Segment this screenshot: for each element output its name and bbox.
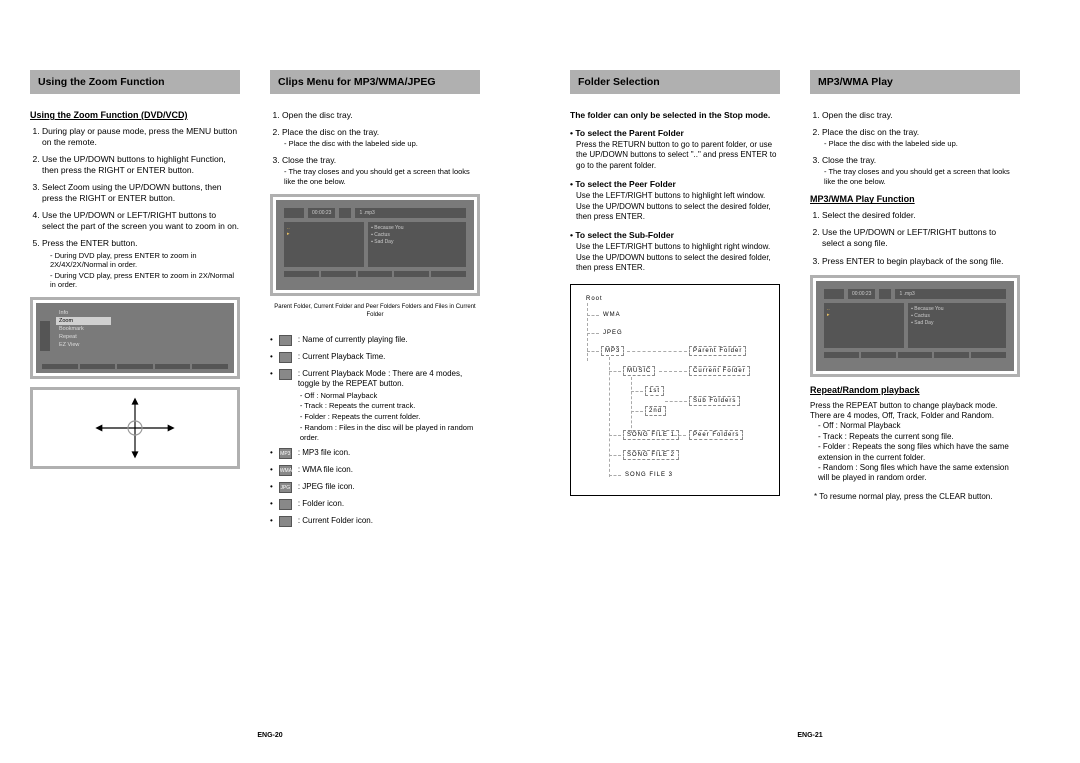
- sub-playfn: MP3/WMA Play Function: [810, 194, 1020, 204]
- clips-steps: Open the disc tray. Place the disc on th…: [274, 110, 480, 186]
- legend-row: •: Name of currently playing file.: [270, 335, 480, 346]
- folder-column: Folder Selection The folder can only be …: [570, 70, 780, 700]
- step: Close the tray. - The tray closes and yo…: [822, 155, 1020, 187]
- step: During play or pause mode, press the MEN…: [42, 126, 240, 148]
- manual-spread: Using the Zoom Function Using the Zoom F…: [0, 0, 1080, 763]
- mode-icon: [279, 369, 292, 380]
- page-number: ENG-20: [257, 732, 282, 739]
- current-folder-icon: [279, 516, 292, 527]
- header-clips: Clips Menu for MP3/WMA/JPEG: [270, 70, 480, 94]
- header-zoom: Using the Zoom Function: [30, 70, 240, 94]
- folder-intro: The folder can only be selected in the S…: [570, 110, 780, 120]
- header-folder: Folder Selection: [570, 70, 780, 94]
- jpeg-icon: JPG: [279, 482, 292, 493]
- step: Press ENTER to begin playback of the son…: [822, 256, 1020, 267]
- clips-column: Clips Menu for MP3/WMA/JPEG Open the dis…: [270, 70, 480, 700]
- folder-tree: Root WMA JPEG MP3 Parent Folder MUSIC: [570, 284, 780, 496]
- step: Place the disc on the tray. - Place the …: [822, 127, 1020, 149]
- sub-repeat: Repeat/Random playback: [810, 385, 1020, 395]
- zoom-steps: During play or pause mode, press the MEN…: [34, 126, 240, 289]
- wma-icon: WMA: [279, 465, 292, 476]
- screen-mock: 00:00:23 1 .mp3 ..▸ ▪ Because You ▪ Cact…: [270, 194, 480, 296]
- playfn-steps: Select the desired folder. Use the UP/DO…: [814, 210, 1020, 266]
- screen-mock-r: 00:00:23 1 .mp3 ..▸ ▪ Because You ▪ Cact…: [810, 275, 1020, 377]
- step: Place the disc on the tray. - Place the …: [282, 127, 480, 149]
- note: * To resume normal play, press the CLEAR…: [814, 492, 1020, 501]
- screen-caption: Parent Folder, Current Folder and Peer F…: [270, 304, 480, 318]
- zoom-arrows: [30, 387, 240, 469]
- step: Select Zoom using the UP/DOWN buttons, t…: [42, 182, 240, 204]
- sub-zoom: Using the Zoom Function (DVD/VCD): [30, 110, 240, 120]
- mp3play-column: MP3/WMA Play Open the disc tray. Place t…: [810, 70, 1020, 700]
- step: Use the UP/DOWN or LEFT/RIGHT buttons to…: [42, 210, 240, 232]
- mp3-steps: Open the disc tray. Place the disc on th…: [814, 110, 1020, 186]
- folder-icon: [279, 499, 292, 510]
- file-name-icon: [279, 335, 292, 346]
- zoom-column: Using the Zoom Function Using the Zoom F…: [30, 70, 240, 700]
- page-number: ENG-21: [797, 732, 822, 739]
- step: Press the ENTER button. - During DVD pla…: [42, 238, 240, 289]
- mp3-icon: MP3: [279, 448, 292, 459]
- step: Select the desired folder.: [822, 210, 1020, 221]
- step: Use the UP/DOWN buttons to highlight Fun…: [42, 154, 240, 176]
- step: Open the disc tray.: [282, 110, 480, 121]
- step: Close the tray. - The tray closes and yo…: [282, 155, 480, 187]
- time-icon: [279, 352, 292, 363]
- step: Use the UP/DOWN or LEFT/RIGHT buttons to…: [822, 227, 1020, 249]
- page-right: Folder Selection The folder can only be …: [540, 0, 1080, 763]
- osd-mock: Info Zoom Bookmark Repeat EZ View: [30, 297, 240, 379]
- header-mp3play: MP3/WMA Play: [810, 70, 1020, 94]
- step: Open the disc tray.: [822, 110, 1020, 121]
- page-left: Using the Zoom Function Using the Zoom F…: [0, 0, 540, 763]
